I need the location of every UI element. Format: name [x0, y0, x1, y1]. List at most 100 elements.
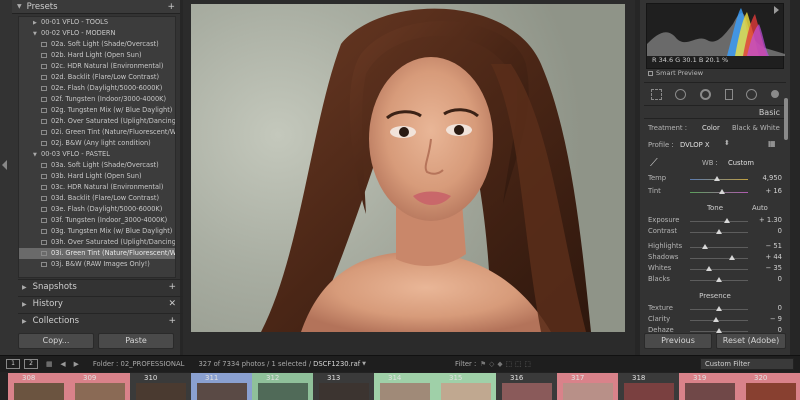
contrast-slider-thumb[interactable] — [716, 229, 722, 234]
treatment-bw-option[interactable]: Black & White — [732, 124, 780, 132]
filter-flags-icon[interactable]: ⚑◇◆⬚⬚⬚ — [480, 360, 534, 368]
preset-item[interactable]: 02g. Tungsten Mix (w/ Blue Daylight) — [19, 105, 175, 116]
exposure-slider[interactable] — [690, 218, 748, 223]
clarity-slider-thumb[interactable] — [713, 317, 720, 322]
preset-item[interactable]: 02i. Green Tint (Nature/Fluorescent/Wind… — [19, 127, 175, 138]
preset-item[interactable]: 02a. Soft Light (Shade/Overcast) — [19, 39, 175, 50]
snapshots-header[interactable]: ▶ Snapshots + — [18, 279, 186, 294]
temp-value[interactable]: 4,950 — [752, 174, 782, 182]
blacks-value[interactable]: 0 — [752, 275, 782, 283]
temp-slider[interactable] — [690, 176, 748, 181]
preset-item[interactable]: 02h. Over Saturated (Uplight/Dancing) — [19, 116, 175, 127]
copy-button[interactable]: Copy... — [18, 333, 94, 349]
shadows-slider-thumb[interactable] — [728, 255, 735, 260]
preset-item[interactable]: 02d. Backlit (Flare/Low Contrast) — [19, 72, 175, 83]
disclosure-down-icon[interactable]: ▼ — [33, 29, 41, 39]
crop-tool-icon[interactable] — [650, 88, 662, 100]
preset-folder[interactable]: ▼ 00-02 VFLO - MODERN — [19, 28, 175, 39]
blacks-slider-thumb[interactable] — [716, 277, 722, 282]
add-collection-icon[interactable]: + — [168, 316, 176, 326]
filmstrip-thumbnail[interactable]: 320 — [740, 373, 800, 400]
filmstrip-thumbnail[interactable]: 313 — [313, 373, 375, 400]
disclosure-right-icon[interactable]: ▶ — [33, 18, 41, 28]
filmstrip-thumbnail[interactable]: 317 — [557, 373, 619, 400]
wb-dropdown[interactable]: Custom — [728, 159, 754, 167]
filmstrip-thumbnail[interactable]: 312 — [252, 373, 314, 400]
preset-item[interactable]: 03b. Hard Light (Open Sun) — [19, 171, 175, 182]
highlights-value[interactable]: − 51 — [752, 242, 782, 250]
filmstrip-thumbnail[interactable]: 318 — [618, 373, 680, 400]
preset-item[interactable]: 03c. HDR Natural (Environmental) — [19, 182, 175, 193]
blacks-slider[interactable] — [690, 277, 748, 282]
basic-panel-header[interactable]: Basic — [644, 106, 786, 119]
preset-item[interactable]: 03f. Tungsten (Indoor_3000-4000K) — [19, 215, 175, 226]
preset-item[interactable]: 02b. Hard Light (Open Sun) — [19, 50, 175, 61]
back-arrow-icon[interactable]: ◀ — [60, 360, 65, 368]
folder-breadcrumb[interactable]: Folder : 02_PROFESSIONAL — [93, 360, 185, 368]
add-preset-icon[interactable]: + — [167, 2, 175, 12]
exposure-value[interactable]: + 1.30 — [752, 216, 782, 224]
adjustment-brush-icon[interactable] — [771, 90, 780, 98]
preset-folder[interactable]: ▼ 00-03 VFLO - PASTEL — [19, 149, 175, 160]
temp-slider-thumb[interactable] — [714, 176, 721, 181]
preset-item[interactable]: 03d. Backlit (Flare/Low Contrast) — [19, 193, 175, 204]
filmstrip-thumbnail[interactable]: 316 — [496, 373, 558, 400]
radial-filter-icon[interactable] — [746, 88, 758, 100]
reset-button[interactable]: Reset (Adobe) — [716, 333, 786, 349]
spot-removal-icon[interactable] — [675, 88, 687, 100]
whites-slider[interactable] — [690, 266, 748, 271]
custom-filter-dropdown[interactable]: Custom Filter — [700, 358, 794, 370]
portrait-photo[interactable] — [191, 4, 625, 332]
preset-item[interactable]: 03h. Over Saturated (Uplight/Dancing) — [19, 237, 175, 248]
shadows-slider[interactable] — [690, 255, 748, 260]
preset-item[interactable]: 03i. Green Tint (Nature/Fluorescent/Wind… — [19, 248, 175, 259]
filmstrip-thumbnail[interactable]: 309 — [69, 373, 131, 400]
dropdown-arrow-icon[interactable]: ▼ — [362, 361, 366, 367]
filmstrip-thumbnail[interactable]: 315 — [435, 373, 497, 400]
red-eye-icon[interactable] — [700, 88, 712, 100]
paste-button[interactable]: Paste — [98, 333, 174, 349]
clipping-indicator-icon[interactable] — [774, 6, 780, 14]
main-window-button[interactable]: 1 — [6, 359, 20, 369]
presets-header[interactable]: ▼ Presets + — [12, 0, 180, 14]
forward-arrow-icon[interactable]: ▶ — [74, 360, 79, 368]
contrast-value[interactable]: 0 — [752, 227, 782, 235]
preset-item[interactable]: 02c. HDR Natural (Environmental) — [19, 61, 175, 72]
secondary-window-button[interactable]: 2 — [24, 359, 38, 369]
whites-value[interactable]: − 35 — [752, 264, 782, 272]
history-header[interactable]: ▶ History ✕ — [18, 296, 186, 311]
preset-item[interactable]: 02e. Flash (Daylight/5000-6000K) — [19, 83, 175, 94]
clarity-slider[interactable] — [690, 317, 748, 322]
treatment-color-option[interactable]: Color — [702, 124, 720, 132]
filmstrip-thumbnail[interactable]: 311 — [191, 373, 253, 400]
tint-value[interactable]: + 16 — [752, 187, 782, 195]
texture-slider[interactable] — [690, 306, 748, 311]
filmstrip-thumbnail[interactable]: 314 — [374, 373, 436, 400]
add-snapshot-icon[interactable]: + — [168, 282, 176, 292]
preset-item[interactable]: 03a. Soft Light (Shade/Overcast) — [19, 160, 175, 171]
preset-item[interactable]: 02j. B&W (Any light condition) — [19, 138, 175, 149]
tint-slider[interactable] — [690, 189, 748, 194]
graduated-filter-icon[interactable] — [724, 88, 733, 100]
eyedropper-icon[interactable]: ⟋ — [650, 156, 658, 170]
exposure-slider-thumb[interactable] — [723, 218, 730, 223]
preset-item[interactable]: 03e. Flash (Daylight/5000-6000K) — [19, 204, 175, 215]
filmstrip-thumbnail[interactable]: 319 — [679, 373, 741, 400]
preset-item[interactable]: 02f. Tungsten (Indoor/3000-4000K) — [19, 94, 175, 105]
texture-slider-thumb[interactable] — [716, 306, 722, 311]
highlights-slider-thumb[interactable] — [701, 244, 708, 249]
disclosure-down-icon[interactable]: ▼ — [33, 150, 41, 160]
smart-preview-toggle[interactable]: Smart Preview — [646, 69, 784, 79]
grid-view-icon[interactable]: ▦ — [46, 360, 52, 368]
current-filename[interactable]: DSCF1230.raf — [313, 360, 360, 368]
preset-item[interactable]: 03g. Tungsten Mix (w/ Blue Daylight) — [19, 226, 175, 237]
preset-item[interactable]: 03j. B&W (RAW Images Only!) — [19, 259, 175, 270]
highlights-slider[interactable] — [690, 244, 748, 249]
dehaze-slider[interactable] — [690, 328, 748, 333]
filmstrip-thumbnail[interactable]: 308 — [8, 373, 70, 400]
clarity-value[interactable]: − 9 — [752, 315, 782, 323]
right-panel-scrollbar[interactable] — [784, 98, 788, 140]
texture-value[interactable]: 0 — [752, 304, 782, 312]
profile-dropdown[interactable]: DVLOP X — [680, 141, 710, 149]
auto-tone-button[interactable]: Auto — [752, 204, 768, 212]
